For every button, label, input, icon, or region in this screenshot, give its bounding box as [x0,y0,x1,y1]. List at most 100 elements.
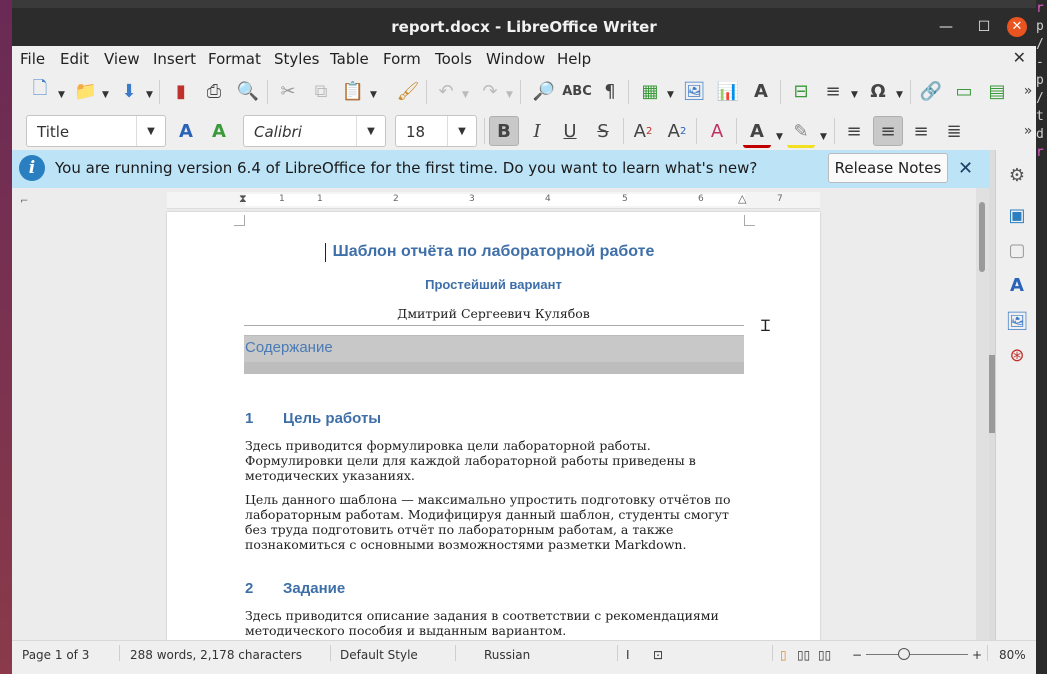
copy-icon[interactable]: ⧉ [307,77,335,105]
open-folder-icon[interactable]: 📁 [72,77,100,105]
undo-icon[interactable]: ↶ [432,77,460,105]
section-heading[interactable]: 2 Задание [245,580,345,597]
zoom-slider-knob[interactable] [898,648,910,660]
document-modified-icon[interactable]: ⊡ [653,648,663,662]
menu-edit[interactable]: Edit [60,50,89,68]
menu-insert[interactable]: Insert [153,50,196,68]
cut-icon[interactable]: ✂ [274,77,302,105]
table-of-contents[interactable]: Содержание [244,325,744,374]
document-subtitle[interactable]: Простейший вариант [167,277,820,292]
language[interactable]: Russian [484,648,530,662]
hyperlink-icon[interactable]: 🔗 [917,77,945,105]
section-heading[interactable]: 1 Цель работы [245,410,381,427]
insert-image-icon[interactable]: 🖼 [680,77,708,105]
find-replace-icon[interactable]: 🔎 [530,77,558,105]
vertical-scrollbar[interactable] [976,188,989,640]
chevron-down-icon[interactable]: ▼ [370,90,377,100]
chevron-down-icon[interactable]: ▼ [820,132,827,142]
gallery-icon[interactable]: 🖼 [1004,308,1030,334]
body-paragraph[interactable]: Здесь приводится описание задания в соот… [245,608,745,638]
font-name-combo[interactable]: Calibri ▼ [243,115,386,147]
align-left-button[interactable]: ≡ [840,117,868,145]
underline-button[interactable]: U [556,117,584,145]
clear-formatting-icon[interactable]: A [703,117,731,145]
document-title[interactable]: Шаблон отчёта по лабораторной работе [167,243,820,261]
paragraph-style-combo[interactable]: Title ▼ [26,115,166,147]
page-count[interactable]: Page 1 of 3 [22,648,89,662]
insert-mode-icon[interactable]: Ⅰ [626,648,630,662]
subscript-icon[interactable]: A2 [663,117,691,145]
chevron-down-icon[interactable]: ▼ [851,90,858,100]
chevron-down-icon[interactable]: ▼ [356,116,385,146]
print-icon[interactable]: ⎙ [200,77,228,105]
zoom-slider[interactable] [866,654,968,655]
minimize-button[interactable]: — [936,17,956,37]
comment-icon[interactable]: ▤ [983,77,1011,105]
sidebar-settings-icon[interactable]: ⚙ [1004,162,1030,188]
title-bar[interactable]: report.docx - LibreOffice Writer — ☐ ✕ [12,8,1036,46]
export-pdf-icon[interactable]: ▮ [167,77,195,105]
italic-button[interactable]: I [523,117,551,145]
body-paragraph[interactable]: Цель данного шаблона — максимально упрос… [245,492,745,552]
formatting-marks-icon[interactable]: ¶ [596,77,624,105]
insert-chart-icon[interactable]: 📊 [714,77,742,105]
close-infobar-icon[interactable]: ✕ [958,158,973,179]
document-author[interactable]: Дмитрий Сергеевич Кулябов [167,306,820,321]
chevron-down-icon[interactable]: ▼ [667,90,674,100]
menu-format[interactable]: Format [208,50,261,68]
menu-styles[interactable]: Styles [274,50,320,68]
page-break-icon[interactable]: ⊟ [787,77,815,105]
insert-table-icon[interactable]: ▦ [636,77,664,105]
paste-icon[interactable]: 📋 [339,77,367,105]
insert-text-box-icon[interactable]: A [747,77,775,105]
zoom-in-icon[interactable]: + [972,648,982,662]
chevron-down-icon[interactable]: ▼ [102,90,109,100]
close-window-button[interactable]: ✕ [1007,17,1027,37]
chevron-down-icon[interactable]: ▼ [447,116,476,146]
align-center-button[interactable]: ≡ [873,116,903,146]
more-options-icon[interactable]: » [1014,117,1036,145]
new-document-icon[interactable]: 🗋 [26,77,54,105]
single-page-view-icon[interactable]: ▯ [780,648,787,662]
scrollbar-thumb[interactable] [979,202,985,272]
chevron-down-icon[interactable]: ▼ [146,90,153,100]
properties-icon[interactable]: ▣ [1004,202,1030,228]
spelling-icon[interactable]: ABC [562,77,592,105]
zoom-level[interactable]: 80% [999,648,1026,662]
body-paragraph[interactable]: Здесь приводится формулировка цели лабор… [245,438,745,483]
insert-field-icon[interactable]: ≡ [819,77,847,105]
page-style[interactable]: Default Style [340,648,418,662]
bold-button[interactable]: B [489,116,519,146]
chevron-down-icon[interactable]: ▼ [896,90,903,100]
release-notes-button[interactable]: Release Notes [828,153,948,183]
menu-tools[interactable]: Tools [435,50,472,68]
footnote-icon[interactable]: ▭ [950,77,978,105]
font-color-icon[interactable]: A [743,117,771,148]
chevron-down-icon[interactable]: ▼ [462,90,469,100]
print-preview-icon[interactable]: 🔍 [234,77,262,105]
styles-icon[interactable]: A [1004,272,1030,298]
menu-help[interactable]: Help [557,50,591,68]
right-indent-marker[interactable]: △ [738,192,746,205]
document-area[interactable]: ⌐ ⧗ 1 1 2 3 4 5 6 7 △ Шаблон отчёта по л… [12,188,989,640]
menu-view[interactable]: View [104,50,140,68]
special-character-icon[interactable]: Ω [864,77,892,105]
chevron-down-icon[interactable]: ▼ [506,90,513,100]
chevron-down-icon[interactable]: ▼ [58,90,65,100]
more-options-icon[interactable]: » [1014,77,1036,105]
left-indent-marker[interactable]: ⧗ [239,192,247,206]
font-size-combo[interactable]: 18 ▼ [395,115,477,147]
highlight-color-icon[interactable]: ✎ [787,117,815,148]
strikethrough-button[interactable]: S [589,117,617,145]
close-document-icon[interactable]: ✕ [1013,48,1026,67]
update-style-icon[interactable]: A [172,117,200,145]
chevron-down-icon[interactable]: ▼ [136,116,165,146]
save-icon[interactable]: ⬇ [115,77,143,105]
document-page[interactable]: Шаблон отчёта по лабораторной работе Про… [167,212,820,640]
superscript-icon[interactable]: A2 [629,117,657,145]
multi-page-view-icon[interactable]: ▯▯ [797,648,810,662]
zoom-out-icon[interactable]: − [852,648,862,662]
menu-window[interactable]: Window [486,50,545,68]
maximize-button[interactable]: ☐ [974,17,994,37]
menu-form[interactable]: Form [383,50,421,68]
